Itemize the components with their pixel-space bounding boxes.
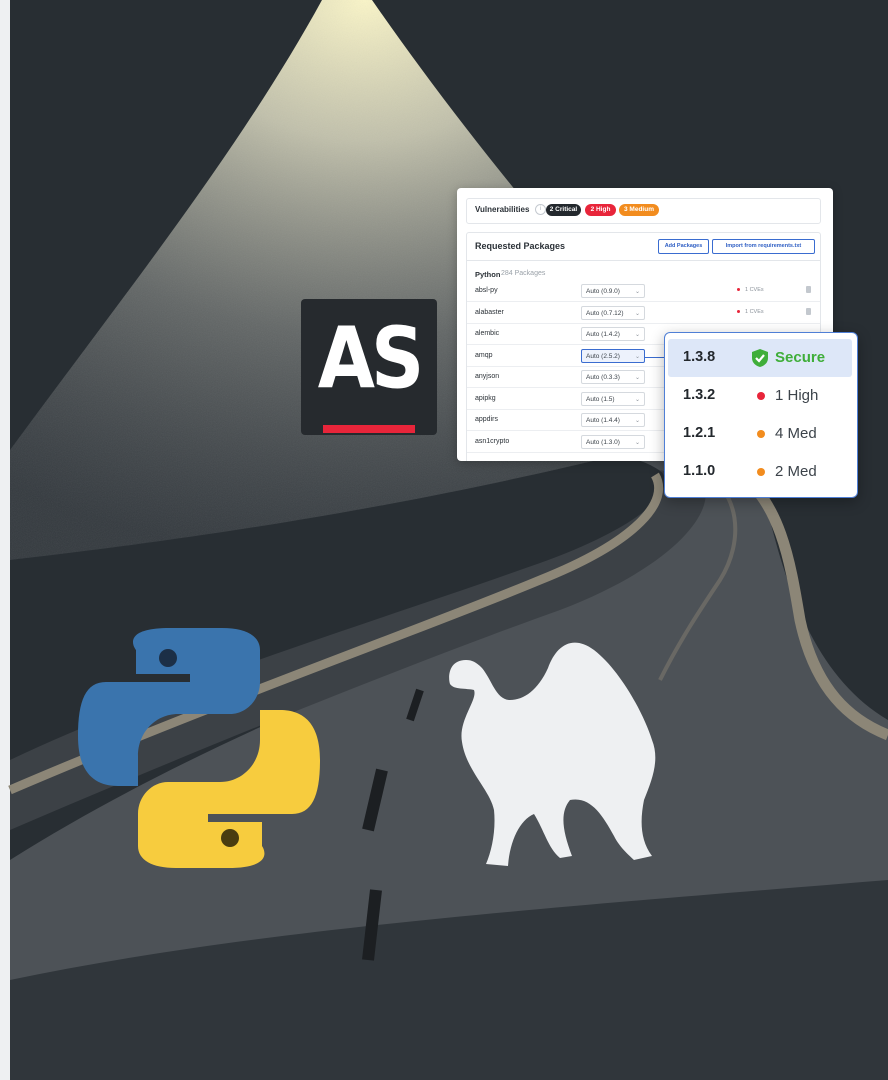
chevron-down-icon: ⌄ — [634, 332, 640, 338]
chevron-down-icon: ⌄ — [634, 353, 640, 360]
cve-dot-icon — [737, 288, 740, 292]
shield-check-icon — [752, 349, 768, 367]
package-name: appdirs — [475, 416, 498, 423]
road-illustration — [8, 0, 888, 1080]
medium-badge[interactable]: 3 Medium — [619, 204, 659, 216]
version-select-value: Auto (1.4.4) — [586, 417, 620, 424]
version-select[interactable]: Auto (2.5.2) ⌄ — [581, 348, 645, 363]
version-status: 1 High — [775, 387, 819, 404]
activestate-logo: AS — [301, 299, 437, 435]
trash-icon[interactable] — [806, 286, 811, 293]
version-select[interactable]: Auto (0.9.0) ⌄ — [581, 284, 645, 298]
package-name: absl-py — [475, 287, 498, 294]
version-select[interactable]: Auto (1.3.0) ⌄ — [581, 434, 645, 449]
version-option[interactable]: 1.1.0 2 Med — [668, 453, 852, 491]
version-status: 2 Med — [775, 463, 817, 480]
high-dot-icon — [757, 392, 765, 400]
cve-count[interactable]: 1 CVEs — [737, 287, 764, 293]
version-select-value: Auto (0.7.12) — [586, 309, 624, 317]
package-row[interactable]: absl-py Auto (0.9.0) ⌄ 1 CVEs — [467, 281, 820, 302]
high-badge[interactable]: 2 High — [585, 204, 616, 216]
road-center-dash — [362, 889, 382, 961]
vulnerabilities-bar: Vulnerabilities i 2 Critical 2 High 3 Me… — [466, 198, 821, 224]
chevron-down-icon: ⌄ — [634, 310, 640, 317]
version-select-value: Auto (0.3.3) — [586, 374, 620, 381]
version-select-value: Auto (2.5.2) — [586, 352, 620, 360]
requested-packages-title: Requested Packages — [475, 241, 566, 251]
version-select[interactable]: Auto (0.3.3) ⌄ — [581, 370, 645, 384]
package-name: apipkg — [475, 394, 496, 402]
cve-count[interactable]: 1 CVEs — [737, 309, 764, 315]
medium-dot-icon — [757, 430, 765, 438]
cve-dot-icon — [737, 309, 740, 313]
cve-count-text: 1 CVEs — [745, 308, 764, 315]
critical-badge[interactable]: 2 Critical — [546, 204, 581, 216]
logo-text: AS — [317, 309, 425, 409]
version-number: 1.3.2 — [683, 387, 716, 403]
version-option[interactable]: 1.2.1 4 Med — [668, 415, 852, 453]
version-status: 4 Med — [775, 425, 817, 442]
version-select-value: Auto (1.3.0) — [586, 438, 620, 446]
version-select[interactable]: Auto (1.5) ⌄ — [581, 391, 645, 406]
version-option[interactable]: 1.3.8 Secure — [668, 339, 852, 377]
version-select-value: Auto (0.9.0) — [586, 288, 620, 295]
package-name: asn1crypto — [475, 437, 510, 445]
package-count: 284 Packages — [501, 270, 546, 277]
version-select-value: Auto (1.4.2) — [586, 331, 620, 338]
chevron-down-icon: ⌄ — [634, 375, 640, 381]
medium-dot-icon — [757, 468, 765, 476]
python-eye-blue — [159, 649, 177, 667]
version-select-value: Auto (1.5) — [586, 395, 615, 403]
vulnerabilities-label: Vulnerabilities — [475, 205, 530, 214]
package-row[interactable]: alabaster Auto (0.7.12) ⌄ 1 CVEs — [467, 303, 820, 324]
chevron-down-icon: ⌄ — [634, 289, 640, 295]
info-icon[interactable]: i — [535, 204, 546, 215]
python-eye-yellow — [221, 829, 239, 847]
logo-underline — [323, 425, 415, 433]
chevron-down-icon: ⌄ — [634, 396, 640, 403]
version-number: 1.2.1 — [683, 425, 716, 441]
version-option[interactable]: 1.3.2 1 High — [668, 377, 852, 415]
package-name: anyjson — [475, 373, 500, 380]
package-name: alembic — [475, 330, 500, 337]
version-status: Secure — [775, 349, 826, 366]
divider — [467, 260, 820, 261]
package-name: alabaster — [475, 308, 504, 316]
version-dropdown[interactable]: 1.3.8 Secure 1.3.2 1 High 1.2.1 4 Med 1.… — [664, 332, 858, 498]
add-packages-button[interactable]: Add Packages — [658, 239, 709, 254]
version-select[interactable]: Auto (0.7.12) ⌄ — [581, 305, 645, 320]
package-name: amqp — [475, 351, 493, 359]
version-number: 1.3.8 — [683, 349, 716, 365]
trash-icon[interactable] — [806, 307, 811, 315]
chevron-down-icon: ⌄ — [634, 439, 640, 446]
chevron-down-icon: ⌄ — [634, 418, 640, 424]
cve-count-text: 1 CVEs — [745, 287, 764, 293]
language-label: Python — [475, 270, 501, 279]
import-requirements-button[interactable]: Import from requirements.txt — [712, 239, 815, 254]
version-select[interactable]: Auto (1.4.4) ⌄ — [581, 413, 645, 427]
version-number: 1.1.0 — [683, 463, 716, 479]
version-select[interactable]: Auto (1.4.2) ⌄ — [581, 327, 645, 341]
